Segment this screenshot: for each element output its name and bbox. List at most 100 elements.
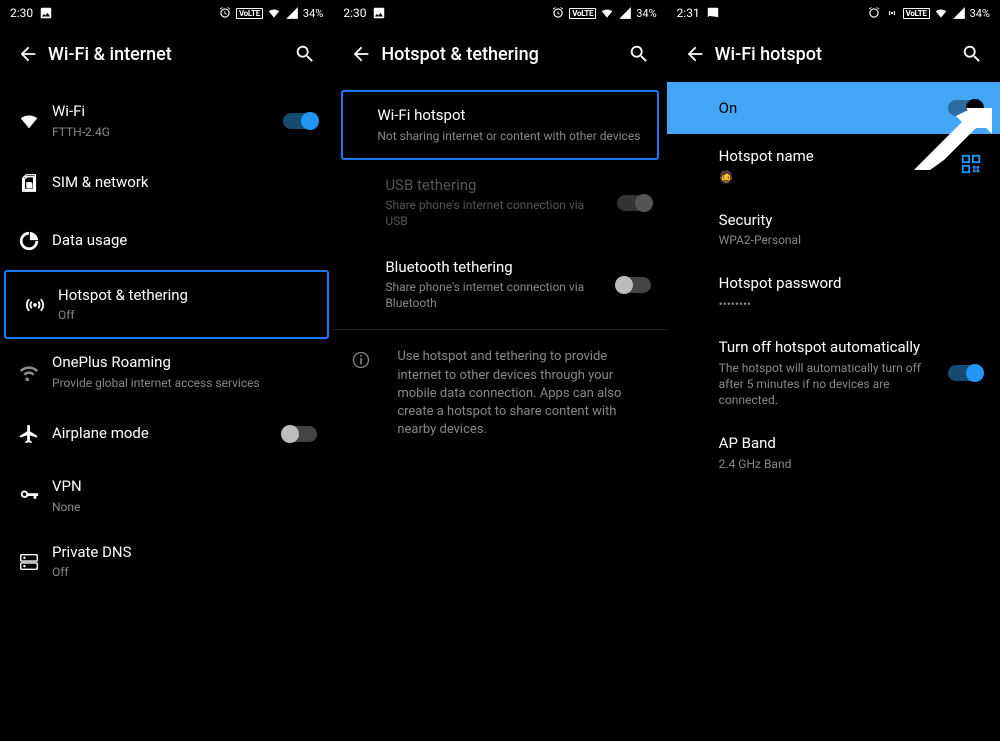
- info-row: Use hotspot and tethering to provide int…: [333, 334, 666, 453]
- qr-code-button[interactable]: [960, 153, 982, 179]
- security-value: WPA2-Personal: [719, 232, 982, 248]
- search-button[interactable]: [285, 34, 325, 74]
- hotspot-name-value: 🧔: [719, 169, 960, 185]
- sim-label: SIM & network: [52, 173, 317, 193]
- roaming-item[interactable]: OnePlus Roaming Provide global internet …: [0, 339, 333, 405]
- security-label: Security: [719, 211, 982, 231]
- bt-label: Bluetooth tethering: [385, 258, 606, 278]
- wifi-hotspot-item[interactable]: Wi-Fi hotspot Not sharing internet or co…: [341, 90, 658, 160]
- bt-tethering-item[interactable]: Bluetooth tethering Share phone's intern…: [333, 244, 666, 326]
- status-bar: 2:30 VoLTE 34%: [0, 0, 333, 26]
- back-button[interactable]: [8, 34, 48, 74]
- screen-wifi-internet: 2:30 VoLTE 34% Wi-Fi & internet Wi-Fi FT…: [0, 0, 333, 741]
- ap-band-item[interactable]: AP Band 2.4 GHz Band: [667, 421, 1000, 485]
- status-bar: 2:31 VoLTE 34%: [667, 0, 1000, 26]
- dns-sub: Off: [52, 564, 317, 580]
- vpn-label: VPN: [52, 477, 317, 497]
- data-usage-icon: [18, 230, 40, 252]
- password-label: Hotspot password: [719, 274, 982, 294]
- back-button[interactable]: [341, 34, 381, 74]
- page-title: Wi-Fi hotspot: [715, 44, 952, 65]
- sim-network-item[interactable]: SIM & network: [0, 154, 333, 212]
- data-label: Data usage: [52, 231, 317, 251]
- image-icon: [706, 6, 720, 20]
- info-icon: [351, 350, 371, 370]
- dns-label: Private DNS: [52, 543, 317, 563]
- wifi-sub: FTTH-2.4G: [52, 124, 273, 140]
- hotspot-sub: Off: [58, 307, 311, 323]
- search-button[interactable]: [952, 34, 992, 74]
- hotspot-status-icon: [885, 6, 899, 20]
- back-button[interactable]: [675, 34, 715, 74]
- cellular-signal-icon: [952, 6, 966, 20]
- wifi-item[interactable]: Wi-Fi FTTH-2.4G: [0, 88, 333, 154]
- airplane-item[interactable]: Airplane mode: [0, 405, 333, 463]
- screen-wifi-hotspot: 2:31 VoLTE 34% Wi-Fi hotspot On Hotspot …: [667, 0, 1000, 741]
- wifi-icon: [18, 110, 40, 132]
- hotspot-on-banner[interactable]: On: [667, 82, 1000, 134]
- auto-off-label: Turn off hotspot automatically: [719, 338, 948, 358]
- auto-off-toggle[interactable]: [948, 365, 982, 381]
- sim-icon: [18, 172, 40, 194]
- search-icon: [961, 43, 983, 65]
- search-button[interactable]: [619, 34, 659, 74]
- bt-sub: Share phone's internet connection via Bl…: [385, 279, 606, 311]
- ap-band-label: AP Band: [719, 434, 982, 454]
- auto-off-sub: The hotspot will automatically turn off …: [719, 360, 948, 409]
- qr-code-icon: [960, 153, 982, 175]
- usb-sub: Share phone's internet connection via US…: [385, 197, 606, 229]
- alarm-icon: [867, 6, 881, 20]
- wifi-signal-icon: [934, 6, 948, 20]
- roaming-icon: [18, 361, 40, 383]
- back-arrow-icon: [684, 43, 706, 65]
- search-icon: [294, 43, 316, 65]
- image-icon: [372, 6, 386, 20]
- wifi-hotspot-sub: Not sharing internet or content with oth…: [377, 128, 640, 144]
- status-bar: 2:30 VoLTE 34%: [333, 0, 666, 26]
- vpn-item[interactable]: VPN None: [0, 463, 333, 529]
- clock: 2:30: [10, 6, 33, 20]
- roaming-label: OnePlus Roaming: [52, 353, 317, 373]
- wifi-hotspot-label: Wi-Fi hotspot: [377, 106, 640, 126]
- hotspot-label: Hotspot & tethering: [58, 286, 311, 306]
- cellular-signal-icon: [285, 6, 299, 20]
- wifi-label: Wi-Fi: [52, 102, 273, 122]
- app-bar: Wi-Fi & internet: [0, 26, 333, 82]
- battery-percent: 34%: [636, 7, 656, 20]
- alarm-icon: [551, 6, 565, 20]
- info-text: Use hotspot and tethering to provide int…: [397, 348, 650, 439]
- data-usage-item[interactable]: Data usage: [0, 212, 333, 270]
- volte-badge: VoLTE: [236, 8, 263, 19]
- screen-hotspot-tethering: 2:30 VoLTE 34% Hotspot & tethering Wi-Fi…: [333, 0, 666, 741]
- hotspot-tethering-item[interactable]: Hotspot & tethering Off: [4, 270, 329, 340]
- hotspot-icon: [24, 294, 46, 316]
- app-bar: Hotspot & tethering: [333, 26, 666, 82]
- bt-toggle[interactable]: [617, 277, 651, 293]
- dns-icon: [18, 551, 40, 573]
- wifi-toggle[interactable]: [283, 113, 317, 129]
- hotspot-on-toggle[interactable]: [948, 100, 982, 116]
- roaming-sub: Provide global internet access services: [52, 375, 317, 391]
- page-title: Wi-Fi & internet: [48, 44, 285, 65]
- hotspot-name-item[interactable]: Hotspot name 🧔: [667, 134, 1000, 198]
- app-bar: Wi-Fi hotspot: [667, 26, 1000, 82]
- volte-badge: VoLTE: [569, 8, 596, 19]
- battery-percent: 34%: [303, 7, 323, 20]
- airplane-toggle[interactable]: [283, 426, 317, 442]
- wifi-signal-icon: [267, 6, 281, 20]
- image-icon: [39, 6, 53, 20]
- usb-toggle: [617, 195, 651, 211]
- settings-list: Wi-Fi FTTH-2.4G SIM & network Data usage…: [0, 82, 333, 594]
- dns-item[interactable]: Private DNS Off: [0, 529, 333, 595]
- vpn-sub: None: [52, 499, 317, 515]
- auto-off-item[interactable]: Turn off hotspot automatically The hotsp…: [667, 325, 1000, 421]
- security-item[interactable]: Security WPA2-Personal: [667, 198, 1000, 262]
- airplane-label: Airplane mode: [52, 424, 273, 444]
- usb-label: USB tethering: [385, 176, 606, 196]
- vpn-key-icon: [18, 485, 40, 507]
- hotspot-name-label: Hotspot name: [719, 147, 960, 167]
- page-title: Hotspot & tethering: [381, 44, 618, 65]
- wifi-signal-icon: [600, 6, 614, 20]
- password-item[interactable]: Hotspot password ••••••••: [667, 261, 1000, 325]
- cellular-signal-icon: [618, 6, 632, 20]
